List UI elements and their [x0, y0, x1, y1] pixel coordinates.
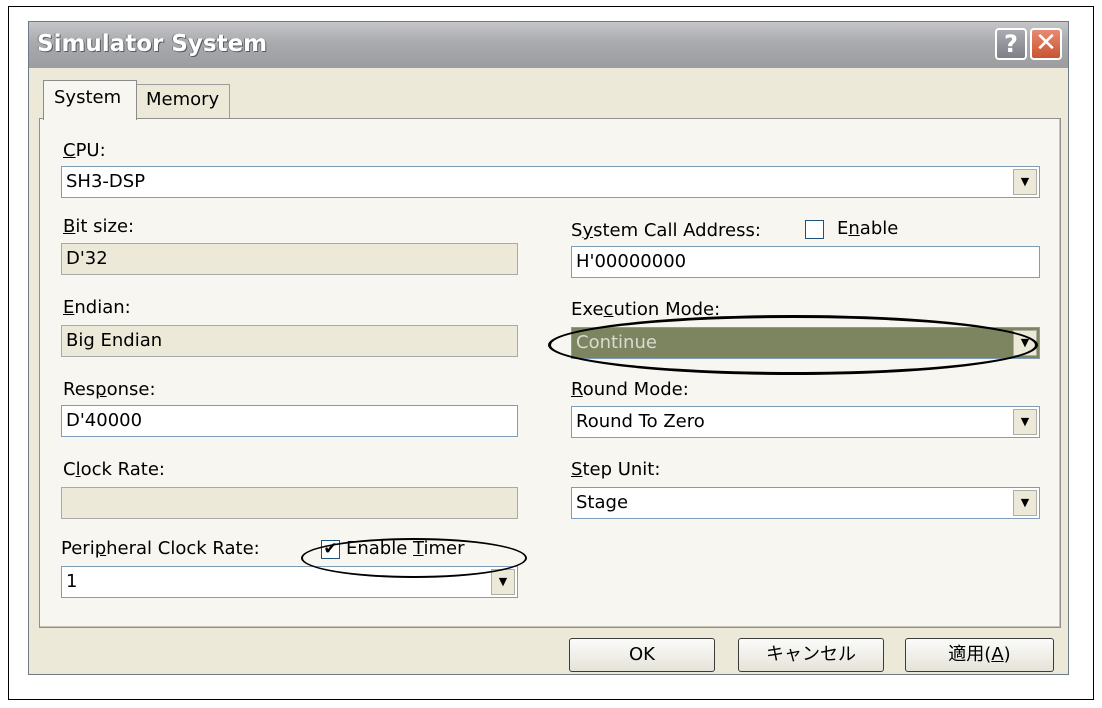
- response-input[interactable]: D'40000: [61, 405, 518, 437]
- peripheral-clock-rate-select[interactable]: 1 ▼: [61, 566, 518, 598]
- endian-value: Big Endian: [66, 330, 163, 351]
- round-mode-value: Round To Zero: [576, 411, 705, 432]
- cpu-value: SH3-DSP: [66, 171, 146, 192]
- chevron-down-icon[interactable]: ▼: [1013, 330, 1037, 356]
- bit-size-label: Bit size:: [63, 216, 135, 237]
- help-icon: ?: [1004, 30, 1018, 58]
- step-unit-value: Stage: [576, 492, 629, 513]
- chevron-down-icon[interactable]: ▼: [1013, 169, 1037, 195]
- system-tab-panel: CPU: SH3-DSP ▼ Bit size: D'32 Endian: Bi…: [39, 118, 1061, 628]
- apply-button-label: 適用(A): [948, 644, 1011, 665]
- dialog-title: Simulator System: [37, 31, 268, 57]
- ok-button-label: OK: [629, 644, 655, 665]
- endian-label: Endian:: [63, 297, 131, 318]
- execution-mode-label: Execution Mode:: [571, 299, 721, 320]
- tab-memory-label: Memory: [146, 89, 220, 110]
- system-call-address-label: System Call Address:: [571, 220, 761, 241]
- bit-size-field: D'32: [61, 243, 518, 275]
- bit-size-value: D'32: [66, 248, 108, 269]
- response-label: Response:: [63, 379, 156, 400]
- system-call-address-value: H'00000000: [576, 251, 687, 272]
- clock-rate-field: [61, 487, 518, 519]
- peripheral-clock-rate-value: 1: [66, 571, 78, 592]
- chevron-down-icon[interactable]: ▼: [491, 569, 515, 595]
- step-unit-select[interactable]: Stage ▼: [571, 487, 1040, 519]
- response-value: D'40000: [66, 410, 143, 431]
- tab-memory[interactable]: Memory: [137, 84, 230, 118]
- cancel-button-label: キャンセル: [766, 644, 856, 665]
- execution-mode-value: Continue: [576, 332, 657, 353]
- system-call-address-input[interactable]: H'00000000: [571, 246, 1040, 278]
- execution-mode-select[interactable]: Continue ▼: [571, 327, 1040, 359]
- round-mode-select[interactable]: Round To Zero ▼: [571, 406, 1040, 438]
- system-call-enable-label[interactable]: Enable: [837, 218, 898, 239]
- cpu-select[interactable]: SH3-DSP ▼: [61, 166, 1040, 198]
- round-mode-label: Round Mode:: [571, 379, 689, 400]
- checkmark-icon: ✔: [323, 539, 338, 559]
- enable-timer-label[interactable]: Enable Timer: [346, 538, 465, 559]
- simulator-system-dialog: Simulator System ? ✕ System Memory CPU: …: [28, 21, 1069, 675]
- close-icon: ✕: [1035, 28, 1057, 58]
- tab-system-label: System: [54, 87, 122, 108]
- ok-button[interactable]: OK: [569, 638, 715, 672]
- enable-timer-checkbox[interactable]: ✔: [321, 540, 340, 559]
- close-button[interactable]: ✕: [1030, 28, 1062, 60]
- apply-button[interactable]: 適用(A): [905, 638, 1054, 672]
- help-button[interactable]: ?: [995, 28, 1027, 60]
- system-call-enable-checkbox[interactable]: [805, 220, 824, 239]
- clock-rate-label: Clock Rate:: [63, 459, 165, 480]
- endian-field: Big Endian: [61, 325, 518, 357]
- cancel-button[interactable]: キャンセル: [738, 638, 884, 672]
- chevron-down-icon[interactable]: ▼: [1013, 490, 1037, 516]
- tab-system[interactable]: System: [43, 80, 137, 120]
- cpu-label: CPU:: [63, 140, 106, 161]
- peripheral-clock-rate-label: Peripheral Clock Rate:: [61, 538, 260, 559]
- step-unit-label: Step Unit:: [571, 459, 661, 480]
- title-bar[interactable]: Simulator System ? ✕: [29, 22, 1068, 68]
- chevron-down-icon[interactable]: ▼: [1013, 409, 1037, 435]
